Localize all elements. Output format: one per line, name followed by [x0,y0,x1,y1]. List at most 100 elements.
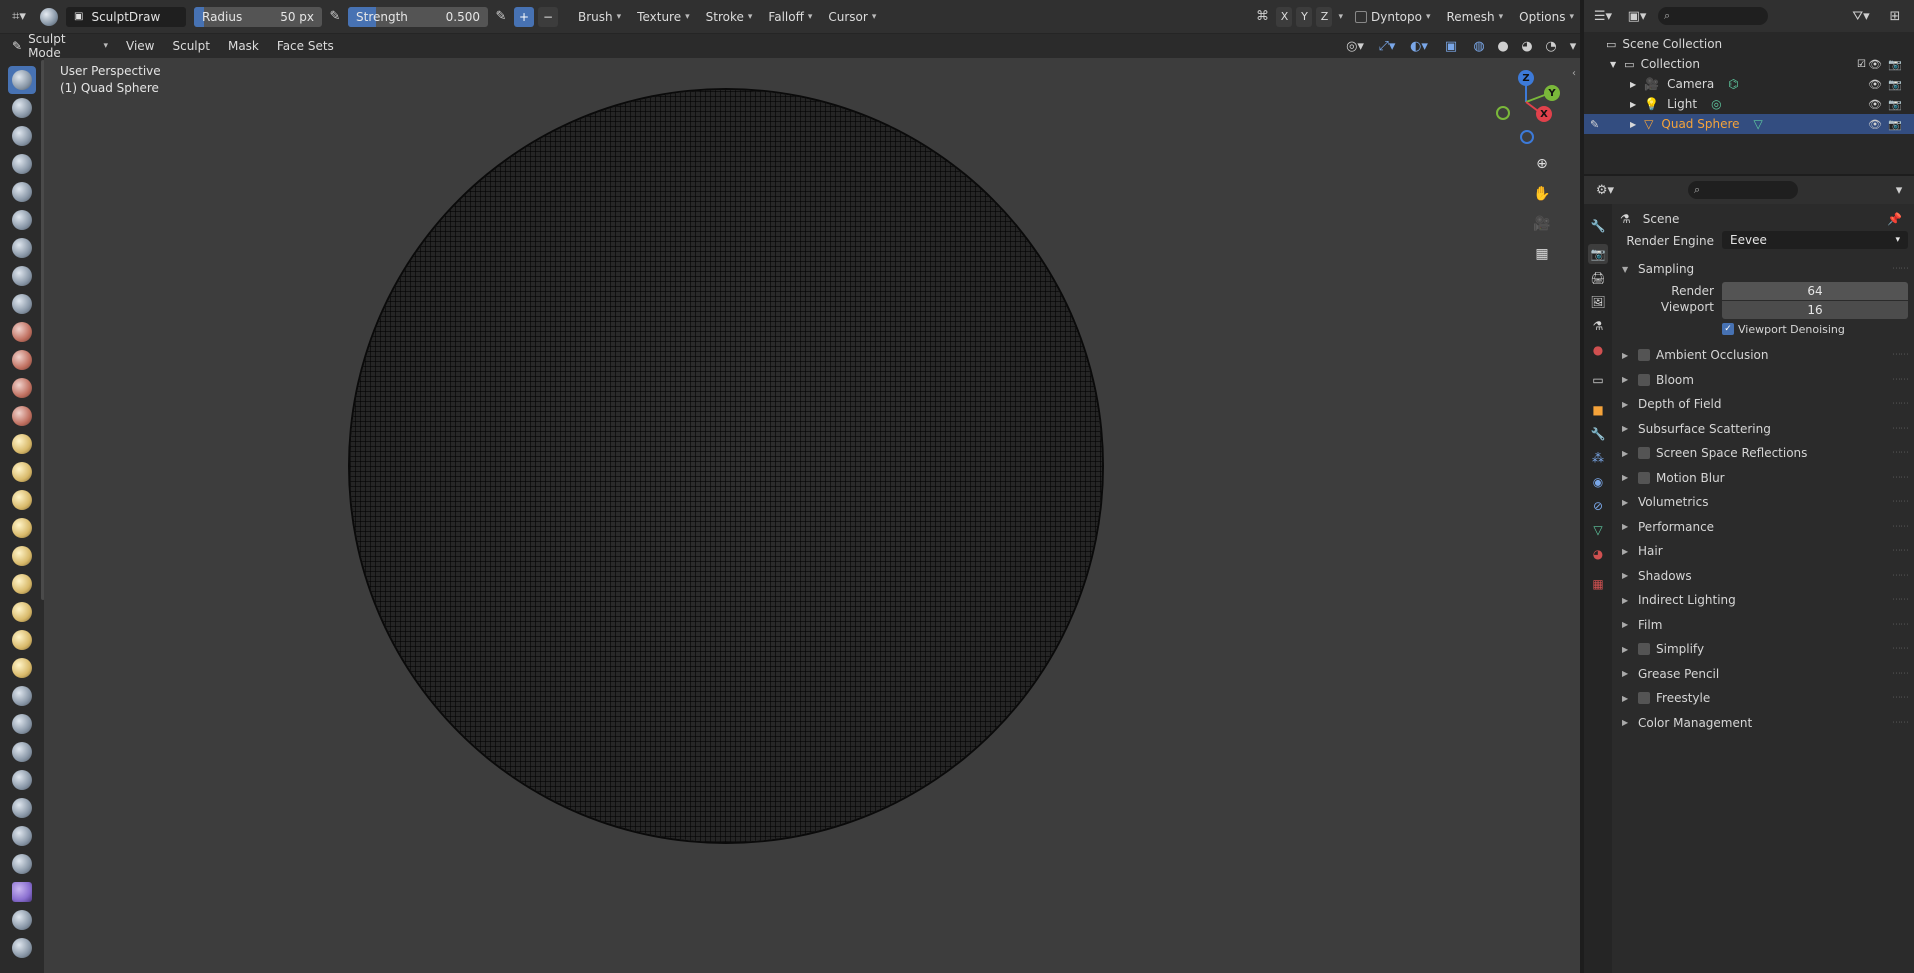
rendered-shading-icon[interactable]: ◔ [1542,35,1560,57]
properties-editor-icon[interactable]: ⚙▾ [1592,179,1618,201]
transform-tool[interactable] [8,906,36,934]
output-tab-icon[interactable]: 🖨 [1588,268,1608,288]
drag-handle-icon[interactable]: ⋯⋯ [1892,546,1909,556]
section-freestyle[interactable]: ▶ Freestyle ⋯⋯ [1622,687,1909,709]
gizmo-toggle-icon[interactable]: ⤢▾ [1374,35,1400,57]
radius-slider[interactable]: Radius 50 px [194,6,322,27]
zoom-icon[interactable]: ⊕ [1530,152,1554,176]
navigation-gizmo[interactable]: Z Y X [1490,66,1570,146]
gizmo-z-axis[interactable]: Z [1518,70,1534,86]
section-indirect-lighting[interactable]: ▶ Indirect Lighting ⋯⋯ [1622,589,1909,611]
outliner-item-camera[interactable]: ▶ 🎥 Camera ⌬ 👁 📷 [1584,74,1914,94]
expand-icon[interactable]: ▶ [1622,351,1632,360]
constraints-tab-icon[interactable]: ⊘ [1588,496,1608,516]
expand-icon[interactable]: ▶ [1622,400,1632,409]
draw-face-sets-tool[interactable] [8,822,36,850]
collection-tab-icon[interactable]: ▭ [1588,370,1608,390]
ortho-grid-icon[interactable]: ▦ [1530,242,1554,266]
sculpt-mode-indicator-icon[interactable]: ✎ [1590,118,1599,131]
section-enable-checkbox[interactable] [1638,643,1650,655]
blob-tool[interactable] [8,262,36,290]
symmetry-icon[interactable]: ⌘ [1252,6,1272,28]
filter-icon[interactable]: ⛛▾ [1848,5,1874,27]
expand-icon[interactable]: ▶ [1622,498,1632,507]
drag-handle-icon[interactable]: ⋯⋯ [1892,497,1909,507]
render-engine-select[interactable]: Eevee ▾ [1722,231,1908,249]
strength-pressure-icon[interactable]: ✎ [492,6,510,28]
expand-icon[interactable]: ▼ [1622,265,1632,274]
multiplane-scrape-tool[interactable] [8,430,36,458]
slide-relax-tool[interactable] [8,682,36,710]
sampling-section[interactable]: ▼ Sampling ⋯⋯ [1622,258,1909,280]
drag-handle-icon[interactable]: ⋯⋯ [1892,350,1909,360]
viewport-samples-field[interactable]: 16 [1722,301,1908,319]
section-shadows[interactable]: ▶ Shadows ⋯⋯ [1622,565,1909,587]
thumb-tool[interactable] [8,570,36,598]
dyntopo-checkbox[interactable] [1355,10,1368,23]
simplify-tool[interactable] [8,766,36,794]
falloff-menu[interactable]: Falloff ▾ [762,6,818,28]
pinch-tool[interactable] [8,458,36,486]
strength-slider[interactable]: Strength 0.500 [348,6,488,27]
drag-handle-icon[interactable]: ⋯⋯ [1892,669,1909,679]
drag-handle-icon[interactable]: ⋯⋯ [1892,375,1909,385]
expand-icon[interactable]: ▶ [1622,424,1632,433]
brush-name-field[interactable]: ▣ SculptDraw [66,6,186,27]
crease-tool[interactable] [8,290,36,318]
scrape-tool[interactable] [8,402,36,430]
expand-icon[interactable]: ▶ [1622,547,1632,556]
shading-options-icon[interactable]: ▾ [1566,35,1580,57]
expand-icon[interactable]: ▶ [1622,620,1632,629]
mode-selector[interactable]: ✎ Sculpt Mode ▾ [6,32,114,60]
elastic-deform-tool[interactable] [8,514,36,542]
section-enable-checkbox[interactable] [1638,692,1650,704]
grab-tool[interactable] [8,486,36,514]
expand-icon[interactable]: ▶ [1622,522,1632,531]
render-camera-icon[interactable]: 📷 [1888,78,1902,91]
smooth-tool[interactable] [8,318,36,346]
section-enable-checkbox[interactable] [1638,349,1650,361]
section-volumetrics[interactable]: ▶ Volumetrics ⋯⋯ [1622,491,1909,513]
brush-menu[interactable]: Brush ▾ [572,6,627,28]
section-subsurface-scattering[interactable]: ▶ Subsurface Scattering ⋯⋯ [1622,418,1909,440]
face-sets-menu[interactable]: Face Sets [271,39,340,53]
inflate-tool[interactable] [8,234,36,262]
scene-collection-row[interactable]: ▭ Scene Collection [1584,34,1914,54]
display-mode-icon[interactable]: ▣▾ [1624,5,1650,27]
collection-checkbox[interactable]: ☑ [1857,59,1866,70]
expand-icon[interactable]: ▶ [1622,449,1632,458]
viewport-denoising-toggle[interactable]: ✓ Viewport Denoising [1722,318,1908,340]
expand-icon[interactable]: ▶ [1622,375,1632,384]
add-direction-button[interactable]: + [514,6,534,27]
clay-strips-tool[interactable] [8,150,36,178]
outliner-search-input[interactable]: ⌕ [1658,7,1768,25]
properties-search-input[interactable]: ⌕ [1688,181,1798,199]
section-enable-checkbox[interactable] [1638,471,1650,484]
drag-handle-icon[interactable]: ⋯⋯ [1892,718,1909,728]
gizmo-neg-y-axis[interactable] [1496,106,1510,120]
section-screen-space-reflections[interactable]: ▶ Screen Space Reflections ⋯⋯ [1622,442,1909,464]
mirror-z-button[interactable]: Z [1316,6,1333,27]
section-ambient-occlusion[interactable]: ▶ Ambient Occlusion ⋯⋯ [1622,344,1909,366]
eye-icon[interactable]: 👁 [1868,98,1882,111]
render-camera-icon[interactable]: 📷 [1888,118,1902,131]
material-tab-icon[interactable]: ◕ [1588,544,1608,564]
drag-handle-icon[interactable]: ⋯⋯ [1892,620,1909,630]
collection-row[interactable]: ▼ ▭ Collection ☑ 👁 📷 [1584,54,1914,74]
mirror-x-button[interactable]: X [1276,6,1293,27]
pin-icon[interactable]: 📌 [1887,212,1902,226]
expand-icon[interactable]: ▶ [1630,120,1636,129]
expand-icon[interactable]: ▶ [1622,694,1632,703]
world-tab-icon[interactable]: ● [1588,340,1608,360]
section-grease-pencil[interactable]: ▶ Grease Pencil ⋯⋯ [1622,663,1909,685]
drag-handle-icon[interactable]: ⋯⋯ [1892,264,1909,274]
visibility-icon[interactable]: ◎▾ [1342,35,1368,57]
physics-tab-icon[interactable]: ◉ [1588,472,1608,492]
remesh-menu[interactable]: Remesh ▾ [1441,6,1510,28]
render-tab-icon[interactable]: 📷 [1588,244,1608,264]
texture-menu[interactable]: Texture ▾ [631,6,695,28]
outliner-item-quad-sphere[interactable]: ✎ ▶ ▽ Quad Sphere ▽ 👁 📷 [1584,114,1914,134]
cloth-tool[interactable] [8,738,36,766]
cursor-menu[interactable]: Cursor ▾ [822,6,882,28]
wireframe-shading-icon[interactable]: ◍ [1470,35,1488,57]
